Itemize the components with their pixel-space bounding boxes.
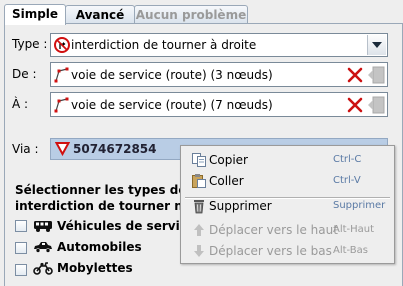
checkbox-service-vehicles[interactable] — [15, 220, 27, 232]
menu-accel-copy: Ctrl-C — [333, 150, 361, 170]
context-menu: Copier Ctrl-C Coller Ctrl-V — [180, 145, 395, 264]
to-field[interactable]: voie de service (route) (7 nœuds) — [50, 92, 388, 117]
move-to-button[interactable] — [367, 96, 385, 114]
paste-icon — [191, 173, 207, 189]
checkbox-cars[interactable] — [15, 242, 27, 254]
dropdown-arrow-button[interactable] — [367, 35, 386, 55]
to-value: voie de service (route) (7 nœuds) — [71, 93, 273, 117]
vehicle-label-mopeds: Mobylettes — [57, 261, 133, 275]
type-value: interdiction de tourner à droite — [71, 34, 256, 56]
close-icon — [347, 97, 363, 113]
no-right-turn-sign-icon — [54, 37, 70, 53]
bus-icon — [33, 219, 53, 236]
trash-icon — [191, 198, 207, 214]
move-from-button[interactable] — [367, 66, 385, 84]
remove-from-button[interactable] — [347, 67, 363, 83]
arrow-up-icon — [191, 222, 207, 238]
menu-label-copy: Copier — [209, 150, 248, 170]
type-label: Type : — [12, 37, 47, 51]
tab-bar: Simple Avancé Aucun problème — [4, 4, 399, 24]
menu-label-paste: Coller — [209, 171, 244, 191]
to-label: À : — [12, 97, 28, 111]
menu-item-copy[interactable]: Copier Ctrl-C — [182, 150, 393, 170]
via-value: 5074672854 — [73, 139, 157, 159]
menu-label-move-down: Déplacer vers le bas — [209, 241, 332, 261]
copy-icon — [191, 152, 207, 168]
menu-accel-delete: Supprimer — [333, 196, 385, 216]
vehicle-label-cars: Automobiles — [57, 240, 142, 254]
close-icon — [347, 67, 363, 83]
from-value: voie de service (route) (3 nœuds) — [71, 63, 273, 87]
checkbox-mopeds[interactable] — [15, 264, 27, 276]
gray-arrow-icon — [367, 96, 385, 114]
relation-editor: Simple Avancé Aucun problème Type : inte… — [0, 0, 403, 282]
node-triangle-icon — [55, 141, 70, 159]
gray-arrow-icon — [367, 66, 385, 84]
type-combo[interactable]: interdiction de tourner à droite — [50, 33, 388, 57]
car-icon — [33, 240, 53, 257]
menu-item-paste[interactable]: Coller Ctrl-V — [182, 171, 393, 191]
menu-accel-move-up: Alt-Haut — [333, 220, 374, 240]
via-label: Via : — [12, 142, 39, 156]
moped-icon — [33, 261, 53, 278]
menu-label-delete: Supprimer — [209, 196, 272, 216]
menu-item-move-down: Déplacer vers le bas Alt-Bas — [182, 241, 393, 261]
tab-no-problem: Aucun problème — [134, 5, 248, 24]
arrow-down-icon — [191, 243, 207, 259]
from-field[interactable]: voie de service (route) (3 nœuds) — [50, 62, 388, 87]
menu-item-move-up: Déplacer vers le haut Alt-Haut — [182, 220, 393, 240]
tab-simple[interactable]: Simple — [4, 4, 66, 25]
way-icon — [54, 97, 70, 113]
menu-label-move-up: Déplacer vers le haut — [209, 220, 338, 240]
chevron-down-icon — [372, 41, 382, 49]
menu-accel-move-down: Alt-Bas — [333, 241, 368, 261]
menu-item-delete[interactable]: Supprimer Supprimer — [182, 196, 393, 216]
from-label: De : — [12, 67, 36, 81]
way-icon — [54, 67, 70, 83]
menu-accel-paste: Ctrl-V — [333, 171, 361, 191]
tab-advanced[interactable]: Avancé — [65, 5, 135, 24]
remove-to-button[interactable] — [347, 97, 363, 113]
